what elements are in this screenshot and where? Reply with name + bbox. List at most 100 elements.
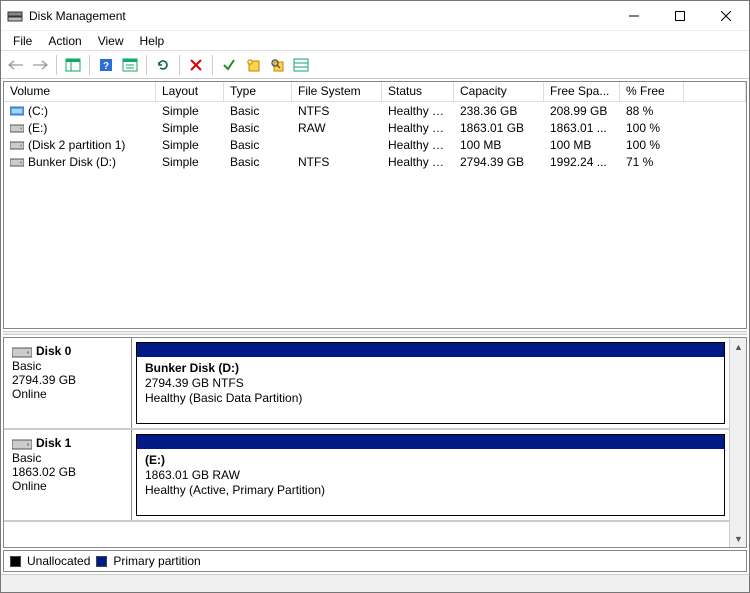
app-icon [7, 8, 23, 24]
col-header-layout[interactable]: Layout [156, 82, 224, 101]
menu-view[interactable]: View [90, 32, 132, 50]
volume-row[interactable]: (Disk 2 partition 1) Simple Basic Health… [4, 136, 746, 153]
volume-row[interactable]: Bunker Disk (D:) Simple Basic NTFS Healt… [4, 153, 746, 170]
disk-size: 1863.02 GB [12, 465, 123, 479]
disk-icon [12, 437, 32, 451]
partition-sizefs: 2794.39 GB NTFS [145, 376, 716, 391]
disk-name: Disk 1 [36, 436, 71, 450]
legend-swatch-unallocated [10, 556, 21, 567]
legend-bar: Unallocated Primary partition [3, 550, 747, 572]
check-button[interactable] [218, 54, 240, 76]
list-view-button[interactable] [290, 54, 312, 76]
volume-list-pane: Volume Layout Type File System Status Ca… [3, 81, 747, 329]
col-header-freespace[interactable]: Free Spa... [544, 82, 620, 101]
disk-info: Disk 0 Basic 2794.39 GB Online [4, 338, 132, 428]
svg-text:?: ? [103, 61, 109, 72]
scroll-up-icon[interactable]: ▲ [730, 338, 747, 355]
col-header-filesystem[interactable]: File System [292, 82, 382, 101]
cell-capacity: 2794.39 GB [454, 155, 544, 169]
find-button[interactable] [266, 54, 288, 76]
vertical-scrollbar[interactable]: ▲ ▼ [729, 338, 746, 547]
primary-partition-icon [10, 105, 24, 117]
back-button[interactable] [5, 54, 27, 76]
volume-name: (Disk 2 partition 1) [28, 138, 125, 152]
menu-file[interactable]: File [5, 32, 40, 50]
settings-button[interactable] [119, 54, 141, 76]
new-volume-button[interactable] [242, 54, 264, 76]
cell-status: Healthy (B... [382, 155, 454, 169]
cell-free: 100 MB [544, 138, 620, 152]
status-bar [1, 574, 749, 592]
cell-free: 1992.24 ... [544, 155, 620, 169]
pane-splitter[interactable] [3, 331, 747, 335]
cell-capacity: 238.36 GB [454, 104, 544, 118]
cell-free: 208.99 GB [544, 104, 620, 118]
cell-type: Basic [224, 121, 292, 135]
col-header-status[interactable]: Status [382, 82, 454, 101]
disk-type: Basic [12, 451, 123, 465]
col-header-rest [684, 82, 746, 101]
cell-type: Basic [224, 104, 292, 118]
col-header-pctfree[interactable]: % Free [620, 82, 684, 101]
cell-layout: Simple [156, 155, 224, 169]
scroll-down-icon[interactable]: ▼ [730, 530, 747, 547]
partition-color-bar [137, 343, 724, 357]
legend-label-unallocated: Unallocated [27, 554, 90, 568]
col-header-capacity[interactable]: Capacity [454, 82, 544, 101]
col-header-type[interactable]: Type [224, 82, 292, 101]
refresh-button[interactable] [152, 54, 174, 76]
forward-button[interactable] [29, 54, 51, 76]
disk-state: Online [12, 387, 123, 401]
cell-capacity: 100 MB [454, 138, 544, 152]
disk-block[interactable]: Disk 1 Basic 1863.02 GB Online (E:) 1863… [4, 430, 729, 522]
window-title: Disk Management [29, 9, 126, 23]
disk-name: Disk 0 [36, 344, 71, 358]
disk-size: 2794.39 GB [12, 373, 123, 387]
cell-fs: RAW [292, 121, 382, 135]
menu-help[interactable]: Help [132, 32, 173, 50]
title-bar: Disk Management [1, 1, 749, 31]
partition-box[interactable]: Bunker Disk (D:) 2794.39 GB NTFS Healthy… [136, 342, 725, 424]
disk-type: Basic [12, 359, 123, 373]
volume-name: (E:) [28, 121, 47, 135]
cell-free: 1863.01 ... [544, 121, 620, 135]
maximize-button[interactable] [657, 1, 703, 31]
show-hide-console-tree-button[interactable] [62, 54, 84, 76]
cell-type: Basic [224, 138, 292, 152]
partition-health: Healthy (Basic Data Partition) [145, 391, 716, 406]
volume-name: (C:) [28, 104, 48, 118]
toolbar: ? [1, 51, 749, 79]
disk-block[interactable]: Disk 0 Basic 2794.39 GB Online Bunker Di… [4, 338, 729, 430]
cell-layout: Simple [156, 104, 224, 118]
cell-pct: 88 % [620, 104, 684, 118]
partition-label: Bunker Disk (D:) [145, 361, 716, 376]
disk-state: Online [12, 479, 123, 493]
legend-swatch-primary [96, 556, 107, 567]
cell-pct: 100 % [620, 121, 684, 135]
cell-status: Healthy (E... [382, 138, 454, 152]
minimize-button[interactable] [611, 1, 657, 31]
disk-graphic-pane: Disk 0 Basic 2794.39 GB Online Bunker Di… [3, 337, 747, 548]
drive-icon [10, 122, 24, 134]
cell-fs: NTFS [292, 104, 382, 118]
partition-box[interactable]: (E:) 1863.01 GB RAW Healthy (Active, Pri… [136, 434, 725, 516]
menu-bar: File Action View Help [1, 31, 749, 51]
volume-row[interactable]: (C:) Simple Basic NTFS Healthy (B... 238… [4, 102, 746, 119]
cell-status: Healthy (A... [382, 121, 454, 135]
help-button[interactable]: ? [95, 54, 117, 76]
cell-pct: 71 % [620, 155, 684, 169]
volume-name: Bunker Disk (D:) [28, 155, 116, 169]
menu-action[interactable]: Action [40, 32, 89, 50]
close-button[interactable] [703, 1, 749, 31]
volume-list-header: Volume Layout Type File System Status Ca… [4, 82, 746, 102]
delete-button[interactable] [185, 54, 207, 76]
partition-sizefs: 1863.01 GB RAW [145, 468, 716, 483]
legend-label-primary: Primary partition [113, 554, 200, 568]
volume-row[interactable]: (E:) Simple Basic RAW Healthy (A... 1863… [4, 119, 746, 136]
cell-layout: Simple [156, 138, 224, 152]
disk-info: Disk 1 Basic 1863.02 GB Online [4, 430, 132, 520]
cell-capacity: 1863.01 GB [454, 121, 544, 135]
drive-icon [10, 139, 24, 151]
col-header-volume[interactable]: Volume [4, 82, 156, 101]
cell-pct: 100 % [620, 138, 684, 152]
